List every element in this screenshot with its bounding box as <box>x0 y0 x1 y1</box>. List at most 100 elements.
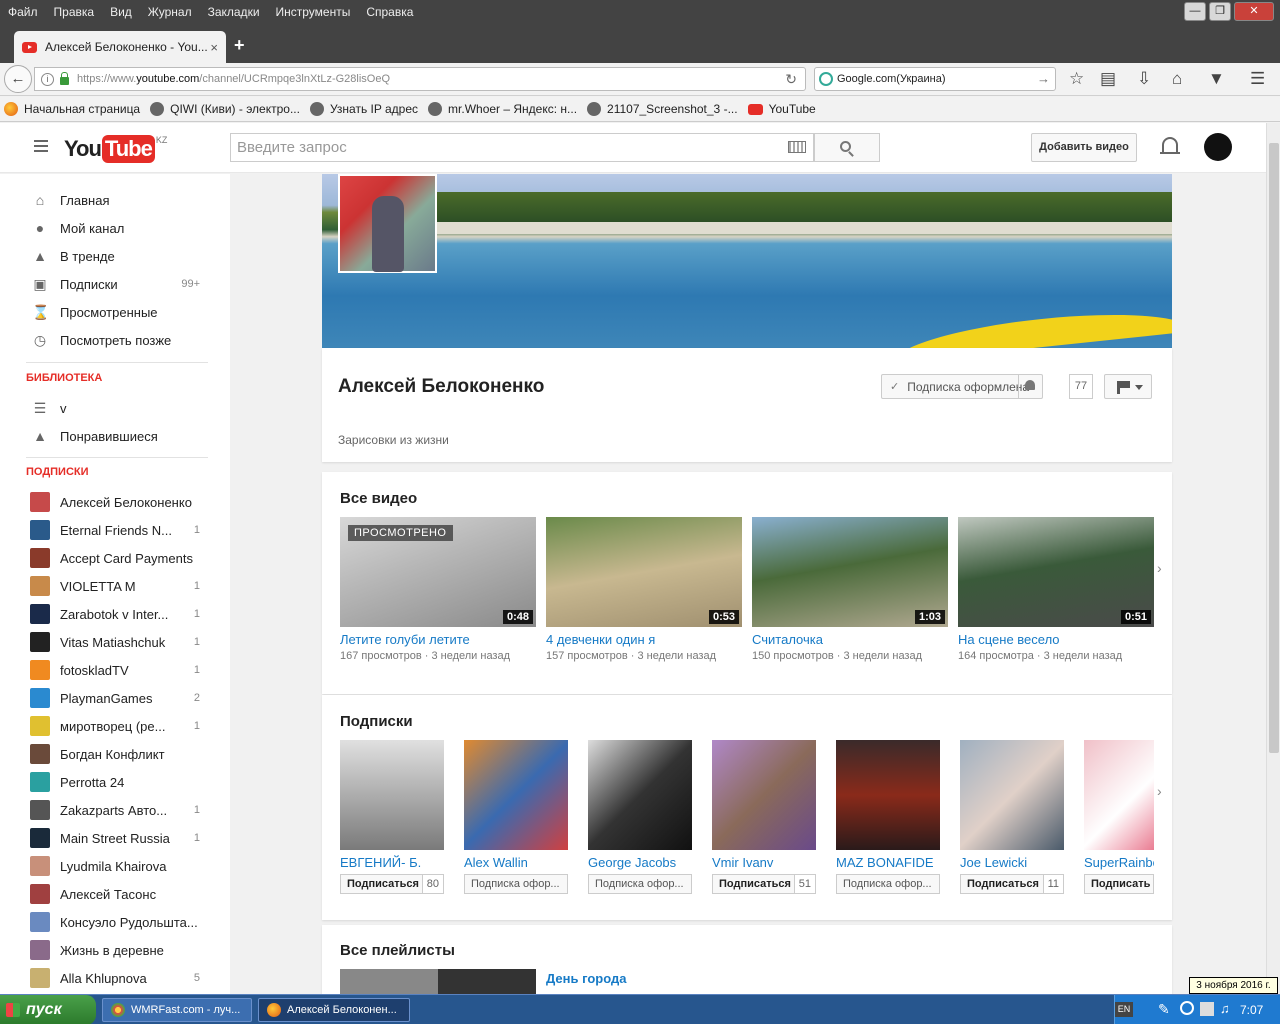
subscription-item[interactable]: Lyudmila Khairova <box>0 852 230 880</box>
sidebar-item-0[interactable]: ⌂ Главная <box>0 186 230 214</box>
subscription-card[interactable]: ЕВГЕНИЙ- Б. Подписаться 80 <box>340 740 444 894</box>
subscription-card[interactable]: George Jacobs Подписка офор... <box>588 740 692 894</box>
back-button[interactable]: ← <box>4 65 32 93</box>
url-bar[interactable]: i https://www. youtube.com/channel/UCRmpq… <box>34 67 806 91</box>
info-icon[interactable]: i <box>41 72 54 86</box>
search-input[interactable]: Введите запрос <box>230 133 814 162</box>
reload-icon[interactable]: ↻ <box>785 71 797 88</box>
subscribe-button[interactable]: Подписать <box>1084 874 1154 894</box>
subscription-item[interactable]: Zakazparts Авто... 1 <box>0 796 230 824</box>
subscription-item[interactable]: fotoskladTV 1 <box>0 656 230 684</box>
channel-thumbnail[interactable] <box>340 740 444 850</box>
video-thumbnail[interactable]: 0:53 <box>546 517 742 627</box>
section-title[interactable]: Все плейлисты <box>340 942 455 959</box>
subscribe-button[interactable]: Подписаться <box>340 874 423 894</box>
subscribe-button[interactable]: Подписаться <box>712 874 795 894</box>
menu-tools[interactable]: Инструменты <box>268 5 359 19</box>
browser-search-box[interactable]: Google.com(Украина) → <box>814 67 1056 91</box>
subscription-item[interactable]: Алексей Тасонс <box>0 880 230 908</box>
tray-app-icon[interactable] <box>1200 1002 1214 1016</box>
channel-thumbnail[interactable] <box>588 740 692 850</box>
scrollbar-thumb[interactable] <box>1269 143 1279 753</box>
menu-help[interactable]: Справка <box>358 5 421 19</box>
section-title[interactable]: Все видео <box>340 490 417 507</box>
menu-history[interactable]: Журнал <box>140 5 200 19</box>
search-engine-icon[interactable] <box>819 72 833 86</box>
library-item-0[interactable]: ☰ v <box>0 394 230 422</box>
subscription-card[interactable]: MAZ BONAFIDE Подписка офор... <box>836 740 940 894</box>
video-card[interactable]: 0:53 4 девченки один я 157 просмотров · … <box>546 517 742 662</box>
menu-file[interactable]: Файл <box>0 5 46 19</box>
upload-button[interactable]: Добавить видео <box>1031 133 1137 162</box>
subscribed-button[interactable]: Подписка офор... <box>588 874 692 894</box>
task-firefox[interactable]: Алексей Белоконен... <box>258 998 410 1022</box>
channel-avatar[interactable] <box>338 174 437 273</box>
subscribe-button[interactable]: Подписаться <box>960 874 1044 894</box>
subscription-item[interactable]: Жизнь в деревне <box>0 936 230 964</box>
menu-bookmarks[interactable]: Закладки <box>200 5 268 19</box>
subscribed-button[interactable]: Подписка офор... <box>836 874 940 894</box>
subscription-item[interactable]: Main Street Russia 1 <box>0 824 230 852</box>
video-thumbnail[interactable]: 1:03 <box>752 517 948 627</box>
library-header[interactable]: БИБЛИОТЕКА <box>26 372 102 384</box>
hamburger-menu-icon[interactable]: ☰ <box>1250 69 1265 89</box>
clock[interactable]: 7:07 <box>1240 1003 1263 1017</box>
subscription-item[interactable]: Консуэло Рудольшта... <box>0 908 230 936</box>
subscription-card[interactable]: Joe Lewicki Подписаться 11 <box>960 740 1064 894</box>
video-card[interactable]: ПРОСМОТРЕНО 0:48 Летите голуби летите 16… <box>340 517 536 662</box>
video-title[interactable]: На сцене весело <box>958 632 1154 647</box>
search-button[interactable] <box>814 133 880 162</box>
channel-title[interactable]: George Jacobs <box>588 855 692 870</box>
network-icon[interactable] <box>1180 1001 1194 1015</box>
channel-thumbnail[interactable] <box>712 740 816 850</box>
menu-view[interactable]: Вид <box>102 5 140 19</box>
channel-thumbnail[interactable] <box>960 740 1064 850</box>
playlist-title[interactable]: День города <box>546 971 626 986</box>
channel-title[interactable]: Vmir Ivanv <box>712 855 816 870</box>
video-title[interactable]: Летите голуби летите <box>340 632 536 647</box>
channel-thumbnail[interactable] <box>464 740 568 850</box>
star-bookmark-icon[interactable]: ☆ <box>1069 69 1084 89</box>
sidebar-item-3[interactable]: ▣ Подписки 99+ <box>0 270 230 298</box>
new-tab-button[interactable]: + <box>234 35 245 56</box>
sidebar-item-1[interactable]: ● Мой канал <box>0 214 230 242</box>
subscription-item[interactable]: Zarabotok v Inter... 1 <box>0 600 230 628</box>
video-title[interactable]: Считалочка <box>752 632 948 647</box>
video-thumbnail[interactable]: ПРОСМОТРЕНО 0:48 <box>340 517 536 627</box>
subscription-item[interactable]: Accept Card Payments <box>0 544 230 572</box>
notification-bell-icon[interactable] <box>1018 375 1042 398</box>
shelf-next-icon[interactable]: › <box>1157 560 1162 576</box>
start-button[interactable]: пуск <box>0 995 96 1024</box>
video-card[interactable]: 1:03 Считалочка 150 просмотров · 3 недел… <box>752 517 948 662</box>
subscription-item[interactable]: VIOLETTA M 1 <box>0 572 230 600</box>
subscription-item[interactable]: Богдан Конфликт <box>0 740 230 768</box>
sidebar-item-4[interactable]: ⌛ Просмотренные <box>0 298 230 326</box>
bookmark-ip[interactable]: Узнать IP адрес <box>309 102 418 116</box>
subscription-item[interactable]: Vitas Matiashchuk 1 <box>0 628 230 656</box>
bookmark-qiwi[interactable]: QIWI (Киви) - электро... <box>150 102 300 116</box>
subscribed-button[interactable]: ✓ Подписка оформлена <box>881 374 1043 399</box>
youtube-logo[interactable]: You Tube KZ <box>64 135 167 163</box>
video-card[interactable]: 0:51 На сцене весело 164 просмотра · 3 н… <box>958 517 1154 662</box>
shelf-next-icon[interactable]: › <box>1157 783 1162 799</box>
subscribed-button[interactable]: Подписка офор... <box>464 874 568 894</box>
channel-title[interactable]: ЕВГЕНИЙ- Б. <box>340 855 444 870</box>
channel-thumbnail[interactable] <box>836 740 940 850</box>
search-go-icon[interactable]: → <box>1037 71 1050 86</box>
browser-tab[interactable]: Алексей Белоконенко - You... × <box>14 31 226 63</box>
sidebar-item-5[interactable]: ◷ Посмотреть позже <box>0 326 230 354</box>
download-icon[interactable]: ⇩ <box>1137 69 1151 89</box>
video-thumbnail[interactable]: 0:51 <box>958 517 1154 627</box>
subscription-card[interactable]: Alex Wallin Подписка офор... <box>464 740 568 894</box>
task-wmrfast[interactable]: WMRFast.com - луч... <box>102 998 252 1022</box>
keyboard-icon[interactable] <box>788 141 806 153</box>
channel-title[interactable]: SuperRainbo’n <box>1084 855 1154 870</box>
section-title[interactable]: Подписки <box>340 713 413 730</box>
page-scrollbar[interactable] <box>1266 123 1280 994</box>
minimize-button[interactable]: — <box>1184 2 1206 21</box>
video-title[interactable]: 4 девченки один я <box>546 632 742 647</box>
menu-edit[interactable]: Правка <box>46 5 103 19</box>
subscription-item[interactable]: Alla Khlupnova 5 <box>0 964 230 992</box>
subscription-card[interactable]: Vmir Ivanv Подписаться 51 <box>712 740 816 894</box>
subscription-item[interactable]: миротворец (ре... 1 <box>0 712 230 740</box>
